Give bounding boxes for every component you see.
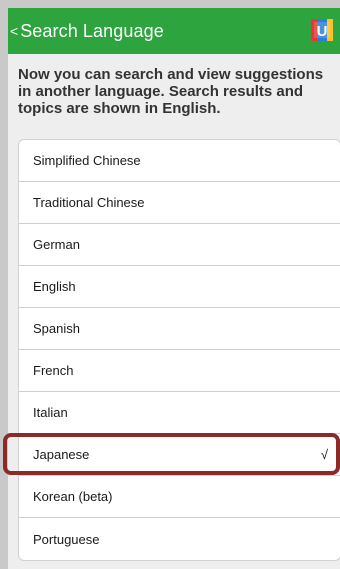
language-label: French [33, 363, 74, 378]
language-item-english[interactable]: English [19, 266, 340, 308]
back-chevron-icon[interactable]: < [10, 8, 18, 54]
checkmark-icon: √ [320, 447, 328, 462]
page-title[interactable]: Search Language [20, 8, 164, 54]
language-item-german[interactable]: German [19, 224, 340, 266]
language-label: German [33, 237, 80, 252]
top-bar: < Search Language U [8, 8, 340, 54]
language-label: Spanish [33, 321, 80, 336]
app-screen: < Search Language U Now you can search a… [8, 8, 340, 569]
language-item-french[interactable]: French [19, 350, 340, 392]
language-label: Portuguese [33, 531, 100, 547]
language-label: Italian [33, 405, 68, 420]
language-item-spanish[interactable]: Spanish [19, 308, 340, 350]
language-item-simplified-chinese[interactable]: Simplified Chinese [19, 140, 340, 182]
language-label: English [33, 279, 76, 294]
intro-description: Now you can search and view suggestions … [18, 66, 324, 117]
language-label: Japanese [33, 447, 90, 462]
language-item-portuguese[interactable]: Portuguese [19, 518, 340, 560]
language-label: Traditional Chinese [33, 195, 145, 210]
language-item-japanese[interactable]: Japanese √ [19, 434, 340, 476]
logo-letter: U [317, 23, 328, 40]
language-item-traditional-chinese[interactable]: Traditional Chinese [19, 182, 340, 224]
app-logo-icon: U [311, 19, 333, 41]
language-item-korean-beta[interactable]: Korean (beta) [19, 476, 340, 518]
language-label: Korean (beta) [33, 489, 113, 504]
language-label: Simplified Chinese [33, 153, 141, 168]
language-list: Simplified Chinese Traditional Chinese G… [18, 139, 340, 561]
language-item-italian[interactable]: Italian [19, 392, 340, 434]
